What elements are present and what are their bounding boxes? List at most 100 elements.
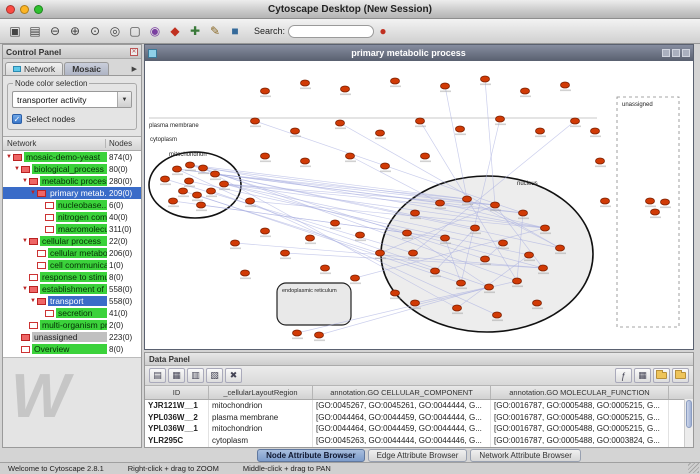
- tree-row-cellular-metabo[interactable]: cellular metabo...206(0): [3, 247, 141, 259]
- network-node[interactable]: [391, 290, 400, 296]
- frame-close-icon[interactable]: [682, 49, 690, 57]
- network-node[interactable]: [539, 265, 548, 271]
- tree-row-response-to-stimu[interactable]: response to stimu...8(0): [3, 271, 141, 283]
- window-titlebar[interactable]: Cytoscape Desktop (New Session): [0, 0, 700, 19]
- maximize-window-button[interactable]: [34, 5, 43, 14]
- table-row[interactable]: YLR295Ccytoplasm[GO:0045263, GO:0044444,…: [145, 435, 693, 447]
- open-folder-icon[interactable]: [653, 368, 670, 383]
- network-node[interactable]: [301, 158, 310, 164]
- network-node[interactable]: [513, 278, 522, 284]
- table-row[interactable]: YJR121W__1mitochondrion[GO:0045267, GO:0…: [145, 400, 693, 412]
- close-window-button[interactable]: [6, 5, 15, 14]
- network-canvas[interactable]: plasma membranecytoplasmmitochondrionnuc…: [145, 61, 693, 349]
- attribute-select-icon[interactable]: ▥: [187, 368, 204, 383]
- attribute-copy-icon[interactable]: ▦: [168, 368, 185, 383]
- network-node[interactable]: [391, 78, 400, 84]
- network-node[interactable]: [220, 181, 229, 187]
- network-node[interactable]: [251, 118, 260, 124]
- network-node[interactable]: [591, 128, 600, 134]
- tree-row-cell-communica[interactable]: cell communica...1(0): [3, 259, 141, 271]
- network-node[interactable]: [169, 198, 178, 204]
- network-node[interactable]: [376, 130, 385, 136]
- tree-row-cellular-process[interactable]: ▼cellular process22(0): [3, 235, 141, 247]
- network-node[interactable]: [199, 165, 208, 171]
- network-node[interactable]: [185, 178, 194, 184]
- tree-row-multi-organism-pro[interactable]: multi-organism pro...2(0): [3, 319, 141, 331]
- table-row[interactable]: YKR052Ccytoplasm[GO:0044444, GO:0044446,…: [145, 446, 693, 447]
- layout-icon[interactable]: ✚: [186, 22, 204, 40]
- attribute-editor-icon[interactable]: ▤: [149, 368, 166, 383]
- tree-row-macromolecule[interactable]: macromolecule...311(0): [3, 223, 141, 235]
- network-node[interactable]: [409, 250, 418, 256]
- zoom-reset-icon[interactable]: ⊙: [86, 22, 104, 40]
- column-header-annotation-go-molecular-function[interactable]: annotation.GO MOLECULAR_FUNCTION: [491, 386, 669, 399]
- tree-column-nodes[interactable]: Nodes: [106, 139, 141, 148]
- network-node[interactable]: [519, 210, 528, 216]
- network-node[interactable]: [231, 240, 240, 246]
- frame-maximize-icon[interactable]: [672, 49, 680, 57]
- expand-triangle-icon[interactable]: ▼: [29, 298, 37, 304]
- frame-minimize-icon[interactable]: [662, 49, 670, 57]
- network-node[interactable]: [491, 202, 500, 208]
- table-scrollbar[interactable]: [684, 399, 693, 447]
- column-header-id[interactable]: ID: [145, 386, 209, 399]
- table-row[interactable]: YPL036W__2plasma membrane[GO:0044464, GO…: [145, 412, 693, 424]
- network-node[interactable]: [291, 128, 300, 134]
- plugins-icon[interactable]: ■: [226, 22, 244, 40]
- network-node[interactable]: [306, 235, 315, 241]
- network-node[interactable]: [197, 202, 206, 208]
- tree-column-network[interactable]: Network: [3, 139, 106, 148]
- expand-triangle-icon[interactable]: ▼: [13, 166, 21, 172]
- network-node[interactable]: [179, 188, 188, 194]
- network-node[interactable]: [261, 228, 270, 234]
- selection-mode-icon[interactable]: ▢: [126, 22, 144, 40]
- zoom-fit-icon[interactable]: ◎: [106, 22, 124, 40]
- data-panel-titlebar[interactable]: Data Panel: [145, 353, 693, 366]
- scrollbar-thumb[interactable]: [686, 400, 692, 428]
- tree-row-secretion[interactable]: secretion41(0): [3, 307, 141, 319]
- network-node[interactable]: [173, 166, 182, 172]
- attribute-delete-icon[interactable]: ✖: [225, 368, 242, 383]
- tab-scroll-right-icon[interactable]: ▶: [132, 65, 139, 75]
- network-node[interactable]: [421, 153, 430, 159]
- network-node[interactable]: [321, 265, 330, 271]
- expand-triangle-icon[interactable]: ▼: [21, 178, 29, 184]
- tree-row-metabolic-process[interactable]: ▼metabolic process280(0): [3, 175, 141, 187]
- network-node[interactable]: [341, 86, 350, 92]
- network-node[interactable]: [351, 275, 360, 281]
- chevron-down-icon[interactable]: ▼: [117, 92, 131, 107]
- network-node[interactable]: [301, 80, 310, 86]
- vizmapper-icon[interactable]: ◆: [166, 22, 184, 40]
- tree-row-primary-metab[interactable]: ▼primary metab...209(0): [3, 187, 141, 199]
- network-node[interactable]: [521, 88, 530, 94]
- network-node[interactable]: [481, 256, 490, 262]
- network-node[interactable]: [261, 88, 270, 94]
- table-row[interactable]: YPL036W__1mitochondrion[GO:0044464, GO:0…: [145, 423, 693, 435]
- network-node[interactable]: [331, 220, 340, 226]
- zoom-in-icon[interactable]: ⊕: [66, 22, 84, 40]
- network-node[interactable]: [315, 332, 324, 338]
- network-node[interactable]: [646, 198, 655, 204]
- formula-builder-icon[interactable]: ƒ: [615, 368, 632, 383]
- network-node[interactable]: [293, 330, 302, 336]
- tab-network-attribute-browser[interactable]: Network Attribute Browser: [470, 449, 580, 462]
- network-node[interactable]: [193, 192, 202, 198]
- network-node[interactable]: [356, 232, 365, 238]
- expand-triangle-icon[interactable]: ▼: [5, 154, 13, 160]
- network-node[interactable]: [533, 300, 542, 306]
- network-node[interactable]: [241, 270, 250, 276]
- network-node[interactable]: [561, 82, 570, 88]
- network-node[interactable]: [161, 176, 170, 182]
- tree-row-unassigned[interactable]: unassigned223(0): [3, 331, 141, 343]
- network-node[interactable]: [246, 198, 255, 204]
- attribute-new-icon[interactable]: ▧: [206, 368, 223, 383]
- network-node[interactable]: [411, 210, 420, 216]
- network-node[interactable]: [493, 312, 502, 318]
- network-node[interactable]: [207, 188, 216, 194]
- network-node[interactable]: [536, 128, 545, 134]
- network-node[interactable]: [485, 284, 494, 290]
- network-node[interactable]: [453, 305, 462, 311]
- network-node[interactable]: [431, 268, 440, 274]
- network-node[interactable]: [457, 280, 466, 286]
- resize-grip[interactable]: [688, 462, 699, 473]
